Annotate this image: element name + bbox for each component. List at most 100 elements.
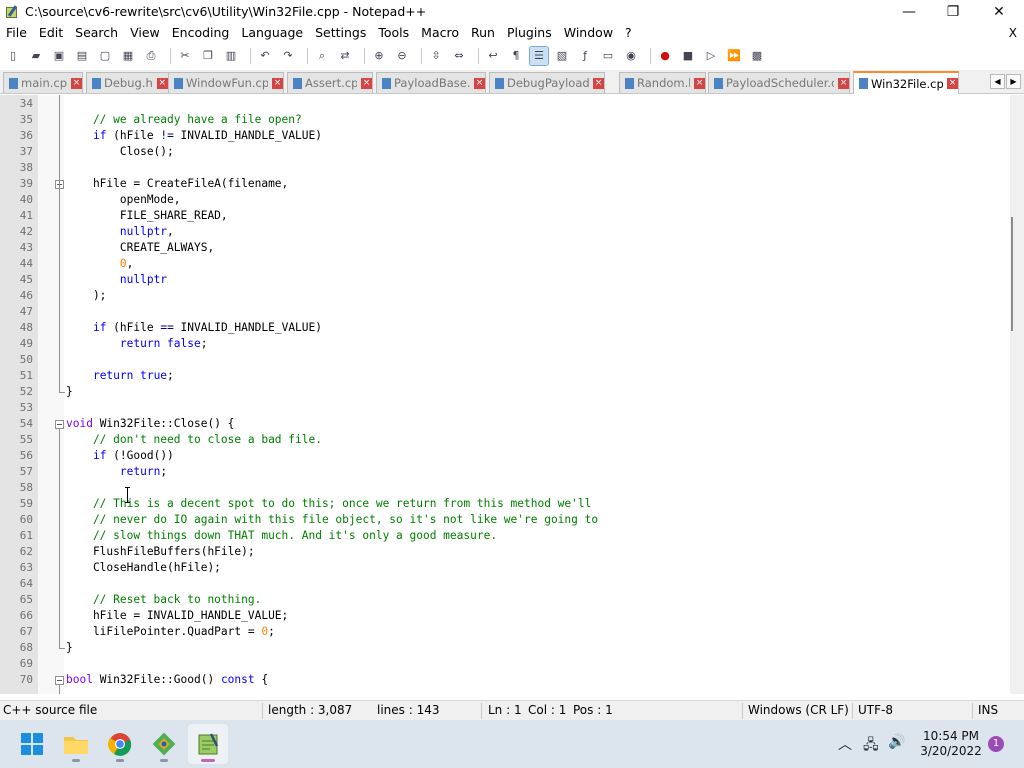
notepadpp-icon[interactable] bbox=[188, 724, 228, 764]
play-macro-icon[interactable]: ▷ bbox=[702, 47, 720, 65]
save-all-icon[interactable]: ▤ bbox=[73, 47, 91, 65]
menu-item-tools[interactable]: Tools bbox=[372, 23, 415, 43]
tab-close-icon[interactable]: × bbox=[593, 77, 604, 89]
code-line: 63 CloseHandle(hFile); bbox=[0, 560, 1010, 576]
tab-main-cpp[interactable]: main.cpp × bbox=[3, 72, 83, 93]
menu-item-plugins[interactable]: Plugins bbox=[501, 23, 558, 43]
save-icon[interactable]: ▣ bbox=[50, 47, 68, 65]
git-tool-icon[interactable] bbox=[144, 724, 184, 764]
menu-item-encoding[interactable]: Encoding bbox=[166, 23, 236, 43]
tab-win32file-cpp[interactable]: Win32File.cpp × bbox=[853, 71, 959, 94]
fold-toggle-icon[interactable] bbox=[55, 676, 64, 685]
close-button[interactable]: ✕ bbox=[976, 0, 1022, 23]
code-token: ); bbox=[66, 289, 107, 302]
chrome-icon[interactable] bbox=[100, 724, 140, 764]
vertical-scrollbar-thumb[interactable] bbox=[1011, 217, 1013, 331]
code-token: hFile = CreateFileA(filename, bbox=[66, 177, 289, 190]
redo-icon[interactable]: ↷ bbox=[279, 47, 297, 65]
menu-item-run[interactable]: Run bbox=[465, 23, 501, 43]
open-file-icon[interactable]: ▰ bbox=[27, 47, 45, 65]
line-number: 43 bbox=[19, 241, 33, 254]
record-macro-icon[interactable]: ● bbox=[656, 47, 674, 65]
file-explorer-icon[interactable] bbox=[56, 724, 96, 764]
copy-icon[interactable]: ❐ bbox=[199, 47, 217, 65]
doc-map-icon[interactable]: ▧ bbox=[553, 47, 571, 65]
code-line: 59 // This is a decent spot to do this; … bbox=[0, 496, 1010, 512]
tray-overflow-chevron-icon[interactable]: ︿ bbox=[838, 734, 852, 754]
tab-close-icon[interactable]: × bbox=[694, 77, 705, 89]
taskbar-clock[interactable]: 10:54 PM 3/20/2022 bbox=[920, 729, 982, 759]
run-macro-multiple-icon[interactable]: ⏩ bbox=[725, 47, 743, 65]
show-all-chars-icon[interactable]: ¶ bbox=[507, 47, 525, 65]
code-line: 52} bbox=[0, 384, 1010, 400]
menu-item-view[interactable]: View bbox=[124, 23, 166, 43]
file-tab-icon bbox=[293, 77, 302, 89]
menu-item-edit[interactable]: Edit bbox=[33, 23, 69, 43]
tab-close-icon[interactable]: × bbox=[361, 77, 372, 89]
menu-item-language[interactable]: Language bbox=[235, 23, 309, 43]
tab-close-icon[interactable]: × bbox=[71, 77, 82, 89]
code-editor[interactable]: 34 35 // we already have a file open? 36 i… bbox=[0, 95, 1024, 694]
zoom-out-icon[interactable]: ⊖ bbox=[393, 47, 411, 65]
menu-item-search[interactable]: Search bbox=[69, 23, 124, 43]
print-icon[interactable]: ⎙ bbox=[142, 47, 160, 65]
tab-close-icon[interactable]: × bbox=[156, 77, 168, 89]
status-insert-mode[interactable]: INS bbox=[978, 701, 998, 720]
code-line: 56 if (!Good()) bbox=[0, 448, 1010, 464]
sync-horizontal-icon[interactable]: ⇔ bbox=[450, 47, 468, 65]
line-number: 40 bbox=[19, 193, 33, 206]
undo-icon[interactable]: ↶ bbox=[256, 47, 274, 65]
close-document-button[interactable]: X bbox=[1009, 23, 1017, 43]
sync-vertical-icon[interactable]: ⇳ bbox=[427, 47, 445, 65]
save-macro-icon[interactable]: ▩ bbox=[748, 47, 766, 65]
maximize-button[interactable]: ❐ bbox=[930, 0, 976, 23]
status-encoding[interactable]: UTF-8 bbox=[858, 701, 893, 720]
stop-macro-icon[interactable]: ■ bbox=[679, 47, 697, 65]
menu-item-macro[interactable]: Macro bbox=[415, 23, 465, 43]
code-token: , bbox=[167, 225, 174, 238]
network-icon[interactable]: 🖧 bbox=[863, 734, 879, 758]
monitoring-icon[interactable]: ◉ bbox=[622, 47, 640, 65]
paste-icon[interactable]: ▥ bbox=[222, 47, 240, 65]
menu-item-settings[interactable]: Settings bbox=[309, 23, 372, 43]
tab-assert-cpp[interactable]: Assert.cpp × bbox=[287, 72, 373, 93]
tab-windowfun-cpp[interactable]: WindowFun.cpp × bbox=[168, 72, 284, 93]
status-lines: lines : 143 bbox=[377, 703, 440, 717]
fold-toggle-icon[interactable] bbox=[55, 420, 64, 429]
vertical-scrollbar[interactable] bbox=[1010, 95, 1024, 694]
minimize-button[interactable]: — bbox=[886, 0, 932, 23]
tab-payloadbase-h[interactable]: PayloadBase.h × bbox=[376, 72, 486, 93]
zoom-in-icon[interactable]: ⊕ bbox=[370, 47, 388, 65]
windows-start-icon[interactable] bbox=[12, 724, 52, 764]
tab-close-icon[interactable]: × bbox=[272, 77, 283, 89]
notification-badge[interactable]: 1 bbox=[988, 736, 1004, 752]
close-icon[interactable]: ▢ bbox=[96, 47, 114, 65]
new-file-icon[interactable]: ▯ bbox=[4, 47, 22, 65]
cut-icon[interactable]: ✂ bbox=[176, 47, 194, 65]
status-eol[interactable]: Windows (CR LF) bbox=[748, 701, 849, 720]
tab-close-icon[interactable]: × bbox=[947, 78, 958, 89]
volume-icon[interactable]: 🔊 bbox=[888, 734, 905, 750]
tab-scroll-right-button[interactable]: ▶ bbox=[1006, 74, 1021, 89]
tab-close-icon[interactable]: × bbox=[474, 77, 485, 89]
code-line: 44 0, bbox=[0, 256, 1010, 272]
tab-debug-h[interactable]: Debug.h × bbox=[86, 72, 171, 93]
word-wrap-icon[interactable]: ↩ bbox=[484, 47, 502, 65]
menu-item-window[interactable]: Window bbox=[558, 23, 619, 43]
indent-guide-icon[interactable]: ☰ bbox=[529, 45, 549, 66]
tab-random-h[interactable]: Random.h × bbox=[619, 72, 706, 93]
find-icon[interactable]: ⌕ bbox=[313, 47, 331, 65]
menu-item-help[interactable]: ? bbox=[619, 23, 638, 43]
folder-workspace-icon[interactable]: ▭ bbox=[599, 47, 617, 65]
line-number: 47 bbox=[19, 305, 33, 318]
tab-debugpayload-cpp[interactable]: DebugPayload.cpp × bbox=[489, 72, 605, 93]
replace-icon[interactable]: ⇄ bbox=[336, 47, 354, 65]
tab-scroll-left-button[interactable]: ◀ bbox=[990, 74, 1005, 89]
close-all-icon[interactable]: ▦ bbox=[119, 47, 137, 65]
tab-payloadscheduler-cpp[interactable]: PayloadScheduler.cpp × bbox=[708, 72, 850, 93]
tab-close-icon[interactable]: × bbox=[838, 77, 849, 89]
code-text: FlushFileBuffers(hFile); bbox=[66, 544, 255, 560]
menu-item-file[interactable]: File bbox=[0, 23, 33, 43]
function-list-icon[interactable]: ƒ bbox=[576, 47, 594, 65]
